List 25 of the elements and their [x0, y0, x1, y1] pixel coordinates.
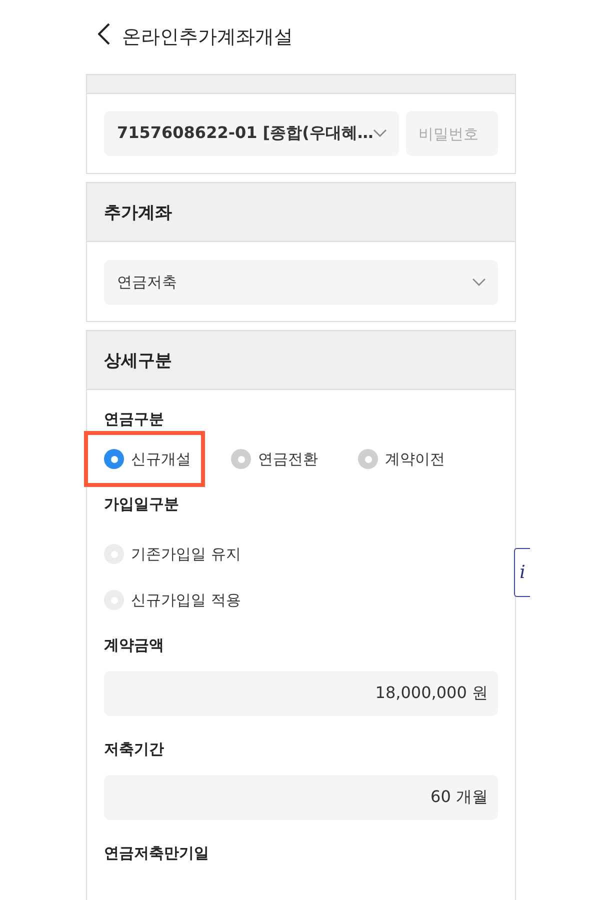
group-label: 가입일구분 [104, 495, 180, 514]
group-label: 연금구분 [104, 410, 165, 429]
back-icon[interactable] [98, 23, 110, 45]
chevron-down-icon [472, 278, 486, 287]
radio-label: 신규가입일 적용 [131, 590, 241, 610]
value-field[interactable]: 18,000,000 원 [104, 671, 498, 716]
section-header: 상세구분 [87, 331, 515, 390]
value-field[interactable]: 60 개월 [104, 775, 498, 820]
password-field[interactable]: 비밀번호 [406, 111, 498, 156]
radio-label: 연금전환 [258, 450, 318, 468]
radio-button[interactable] [231, 449, 251, 469]
field-label: 저축기간 [104, 740, 165, 759]
section-header: 추가계좌 [87, 183, 515, 242]
account-type-select[interactable]: 연금저축 [104, 260, 498, 305]
radio-button[interactable] [104, 449, 124, 469]
chevron-down-icon [373, 129, 388, 138]
field-label: 계약금액 [104, 636, 165, 655]
field-label: 연금저축만기일 [104, 844, 210, 863]
radio-label: 신규개설 [131, 450, 191, 468]
info-tab[interactable]: i [514, 548, 530, 597]
radio-button[interactable] [358, 449, 378, 469]
page-title: 온라인추가계좌개설 [122, 25, 293, 50]
account-select[interactable]: 7157608622-01 [종합(우대혜… [104, 111, 400, 156]
radio-label: 계약이전 [385, 450, 445, 468]
radio-label: 기존가입일 유지 [131, 544, 241, 564]
